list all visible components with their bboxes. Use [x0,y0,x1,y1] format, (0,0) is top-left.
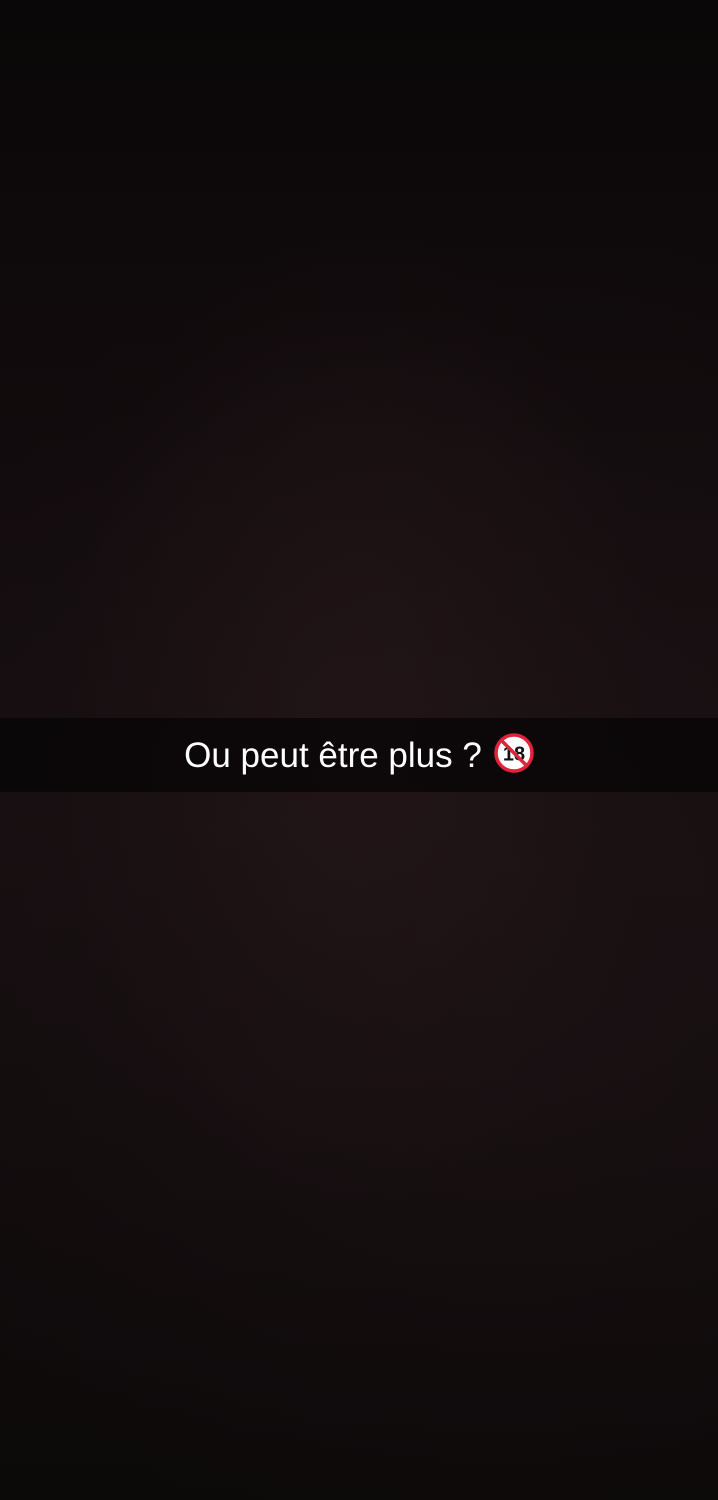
snap-photo-background: Ou peut être plus ? 18 [0,0,718,1500]
caption-bar[interactable]: Ou peut être plus ? 18 [0,718,718,792]
no-one-under-eighteen-icon: 18 [494,733,534,773]
caption-text: Ou peut être plus ? [184,735,482,775]
